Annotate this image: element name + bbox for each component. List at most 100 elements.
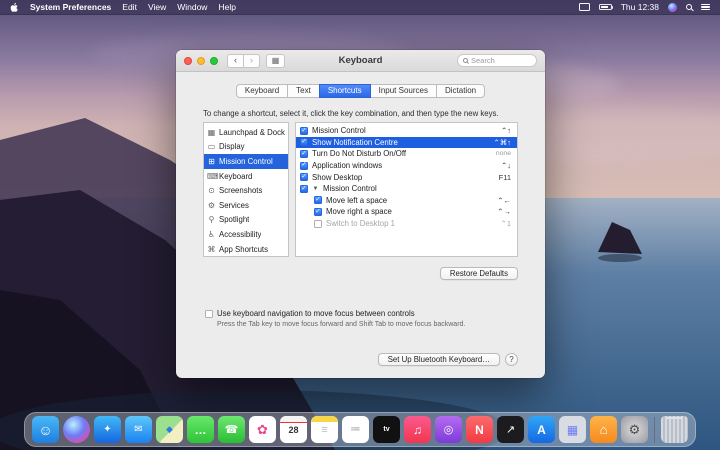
search-icon (463, 58, 468, 63)
tab-keyboard[interactable]: Keyboard (236, 84, 288, 98)
tab-text[interactable]: Text (287, 84, 320, 98)
dock-reminders[interactable]: ≔ (342, 416, 369, 443)
shortcut-category-list: ▦ Launchpad & Dock ▭ Display ⊞ Mission C… (203, 122, 289, 257)
launchpad-dock-icon: ▦ (207, 128, 216, 137)
search-input[interactable] (471, 56, 531, 65)
shortcut-list: Mission Control ⌃↑ Show Notification Cen… (295, 122, 518, 257)
checkbox-show-desktop[interactable] (300, 173, 308, 181)
system-preferences-window: ‹ › ▦ Keyboard Keyboard Text Shortcuts I… (176, 50, 545, 378)
nav-buttons: ‹ › (227, 54, 260, 68)
dock-mail[interactable]: ✉ (125, 416, 152, 443)
tab-bar: Keyboard Text Shortcuts Input Sources Di… (176, 84, 545, 98)
dock-trash[interactable] (661, 416, 688, 443)
minimize-button[interactable] (197, 57, 205, 65)
sidebar-item-mission-control[interactable]: ⊞ Mission Control (204, 154, 288, 169)
restore-defaults-button[interactable]: Restore Defaults (440, 267, 518, 280)
back-button[interactable]: ‹ (227, 54, 244, 68)
checkbox-application-windows[interactable] (300, 162, 308, 170)
screenshots-icon: ⊙ (207, 186, 216, 195)
shortcut-row-show-notification-centre[interactable]: Show Notification Centre ⌃⌘↑ (296, 137, 517, 149)
traffic-lights (184, 57, 218, 65)
dock-messages[interactable]: … (187, 416, 214, 443)
instruction-text: To change a shortcut, select it, click t… (203, 109, 518, 118)
shortcut-row-do-not-disturb[interactable]: Turn Do Not Disturb On/Off none (296, 148, 517, 160)
checkbox-switch-desktop-1[interactable] (314, 220, 322, 228)
checkbox-mission-control[interactable] (300, 127, 308, 135)
close-button[interactable] (184, 57, 192, 65)
dock-music[interactable]: ♫ (404, 416, 431, 443)
sidebar-item-accessibility[interactable]: ♿ Accessibility (204, 227, 288, 242)
shortcut-row-move-left-space[interactable]: Move left a space ⌃← (296, 195, 517, 207)
shortcut-row-show-desktop[interactable]: Show Desktop F11 (296, 171, 517, 183)
apple-menu-icon[interactable] (10, 2, 19, 13)
dock-separator (654, 417, 655, 443)
dock-photos[interactable]: ✿ (249, 416, 276, 443)
checkbox-show-notification-centre[interactable] (300, 138, 308, 146)
help-button[interactable]: ? (505, 353, 518, 366)
dock-system-preferences[interactable]: ⚙ (621, 416, 648, 443)
sidebar-item-screenshots[interactable]: ⊙ Screenshots (204, 183, 288, 198)
dock-launchpad[interactable]: ▦ (559, 416, 586, 443)
shortcut-row-move-right-space[interactable]: Move right a space ⌃→ (296, 206, 517, 218)
checkbox-move-right-space[interactable] (314, 208, 322, 216)
dock-siri[interactable] (63, 416, 90, 443)
menu-view[interactable]: View (148, 2, 166, 12)
menu-edit[interactable]: Edit (122, 2, 137, 12)
dock: ☺ ✦ ✉ ◆ … ☎ ✿ 28 ≡ ≔ tv ♫ ◎ N ↗ A ▦ ⌂ ⚙ (24, 412, 696, 447)
dock-facetime[interactable]: ☎ (218, 416, 245, 443)
tab-shortcuts[interactable]: Shortcuts (319, 84, 371, 98)
sidebar-item-display[interactable]: ▭ Display (204, 140, 288, 155)
mission-control-icon: ⊞ (207, 157, 216, 166)
siri-icon[interactable] (668, 3, 677, 12)
accessibility-icon: ♿ (207, 230, 216, 239)
disclosure-triangle-icon[interactable]: ▼ (312, 186, 319, 192)
shortcut-row-switch-desktop-1[interactable]: Switch to Desktop 1 ⌃1 (296, 218, 517, 230)
keyboard-navigation-help-text: Press the Tab key to move focus forward … (217, 321, 545, 328)
battery-icon[interactable] (599, 4, 612, 11)
zoom-button[interactable] (210, 57, 218, 65)
dock-news[interactable]: N (466, 416, 493, 443)
dock-tv[interactable]: tv (373, 416, 400, 443)
dock-finder[interactable]: ☺ (32, 416, 59, 443)
dock-maps[interactable]: ◆ (156, 416, 183, 443)
sidebar-item-services[interactable]: ⚙ Services (204, 198, 288, 213)
app-shortcuts-icon: ⌘ (207, 245, 216, 254)
sidebar-item-keyboard[interactable]: ⌨ Keyboard (204, 169, 288, 184)
dock-stocks[interactable]: ↗ (497, 416, 524, 443)
shortcut-row-mission-control[interactable]: Mission Control ⌃↑ (296, 125, 517, 137)
menu-help[interactable]: Help (218, 2, 235, 12)
sidebar-item-launchpad-dock[interactable]: ▦ Launchpad & Dock (204, 125, 288, 140)
services-icon: ⚙ (207, 201, 216, 210)
checkbox-do-not-disturb[interactable] (300, 150, 308, 158)
checkbox-mission-control-group[interactable] (300, 185, 308, 193)
search-field[interactable] (457, 54, 537, 67)
menu-clock[interactable]: Thu 12:38 (621, 2, 659, 12)
spotlight-category-icon: ⚲ (207, 215, 216, 224)
forward-button[interactable]: › (243, 54, 260, 68)
show-all-preferences-button[interactable]: ▦ (266, 54, 285, 68)
set-up-bluetooth-keyboard-button[interactable]: Set Up Bluetooth Keyboard… (378, 353, 500, 366)
checkbox-move-left-space[interactable] (314, 196, 322, 204)
tab-dictation[interactable]: Dictation (436, 84, 485, 98)
display-icon: ▭ (207, 142, 216, 151)
dock-notes[interactable]: ≡ (311, 416, 338, 443)
dock-home[interactable]: ⌂ (590, 416, 617, 443)
display-status-icon[interactable] (579, 3, 590, 11)
sidebar-item-spotlight[interactable]: ⚲ Spotlight (204, 213, 288, 228)
dock-calendar[interactable]: 28 (280, 416, 307, 443)
keyboard-navigation-checkbox[interactable] (205, 310, 213, 318)
dock-podcasts[interactable]: ◎ (435, 416, 462, 443)
keyboard-navigation-label: Use keyboard navigation to move focus be… (217, 309, 415, 318)
dock-safari[interactable]: ✦ (94, 416, 121, 443)
shortcut-row-application-windows[interactable]: Application windows ⌃↓ (296, 160, 517, 172)
spotlight-icon[interactable] (686, 4, 692, 10)
tab-input-sources[interactable]: Input Sources (370, 84, 437, 98)
menu-app-name[interactable]: System Preferences (30, 2, 111, 12)
notification-center-icon[interactable] (701, 4, 710, 11)
sidebar-item-app-shortcuts[interactable]: ⌘ App Shortcuts (204, 242, 288, 257)
window-titlebar[interactable]: ‹ › ▦ Keyboard (176, 50, 545, 72)
shortcut-row-mission-control-group[interactable]: ▼ Mission Control (296, 183, 517, 195)
menu-bar: System Preferences Edit View Window Help… (0, 0, 720, 15)
dock-app-store[interactable]: A (528, 416, 555, 443)
menu-window[interactable]: Window (177, 2, 207, 12)
